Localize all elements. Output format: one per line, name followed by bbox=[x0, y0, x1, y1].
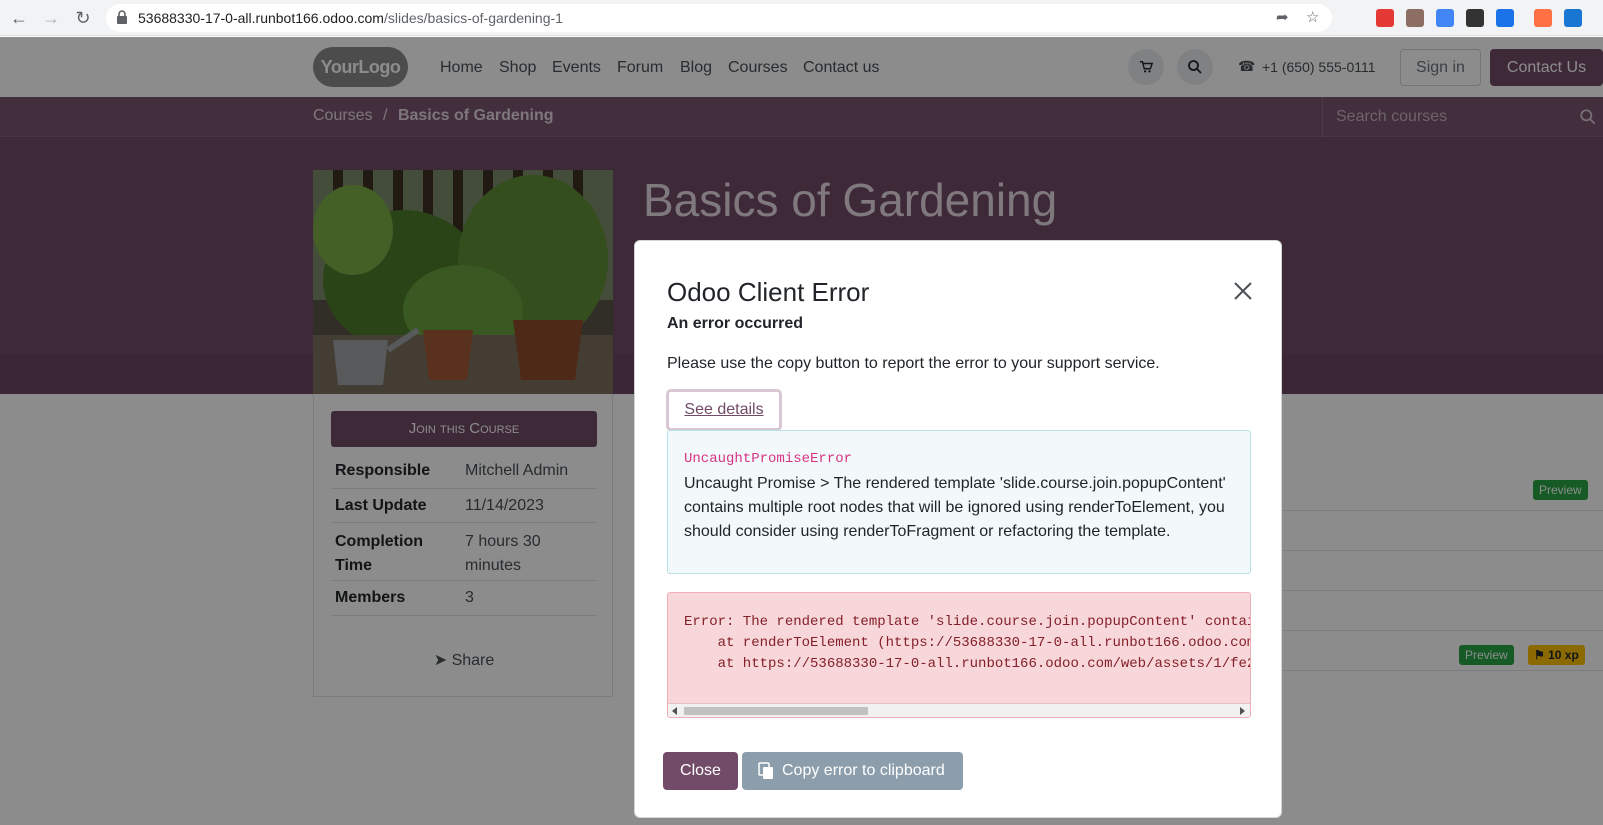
share-page-icon[interactable]: ➦ bbox=[1276, 10, 1292, 26]
bookmark-star-icon[interactable]: ☆ bbox=[1306, 10, 1322, 26]
close-icon[interactable] bbox=[1231, 279, 1255, 303]
dialog-title: Odoo Client Error bbox=[667, 277, 870, 307]
clipboard-icon bbox=[758, 762, 773, 779]
traceback-text: Error: The rendered template 'slide.cour… bbox=[684, 612, 1251, 675]
translate-extension-icon[interactable] bbox=[1436, 9, 1454, 27]
tasks-extension-icon[interactable] bbox=[1564, 9, 1582, 27]
adblock-extension-icon[interactable] bbox=[1376, 9, 1394, 27]
reload-icon[interactable]: ↻ bbox=[72, 7, 94, 29]
scroll-left-icon[interactable] bbox=[671, 707, 679, 715]
forward-icon[interactable]: → bbox=[40, 7, 62, 29]
error-summary-box: UncaughtPromiseError Uncaught Promise > … bbox=[667, 430, 1251, 574]
error-dialog: Odoo Client Error An error occurred Plea… bbox=[634, 240, 1282, 818]
traceback-line: at renderToElement (https://53688330-17-… bbox=[684, 635, 1251, 651]
dialog-subtitle: An error occurred bbox=[667, 315, 804, 332]
traceback-line: at https://53688330-17-0-all.runbot166.o… bbox=[684, 656, 1251, 672]
copy-error-button[interactable]: Copy error to clipboard bbox=[742, 752, 963, 790]
extension-icon[interactable] bbox=[1406, 9, 1424, 27]
scrollbar-thumb[interactable] bbox=[684, 707, 868, 715]
traceback-line: Error: The rendered template 'slide.cour… bbox=[684, 614, 1251, 630]
scroll-right-icon[interactable] bbox=[1238, 707, 1246, 715]
copy-error-label: Copy error to clipboard bbox=[782, 762, 945, 779]
url-text: 53688330-17-0-all.runbot166.odoo.com/sli… bbox=[138, 10, 563, 26]
error-type: UncaughtPromiseError bbox=[684, 451, 853, 467]
see-details-button[interactable]: See details bbox=[666, 389, 782, 431]
screen-extension-icon[interactable] bbox=[1496, 9, 1514, 27]
dialog-message: Please use the copy button to report the… bbox=[667, 355, 1160, 372]
back-icon[interactable]: ← bbox=[8, 7, 30, 29]
extension-badge-icon[interactable] bbox=[1534, 9, 1552, 27]
close-button[interactable]: Close bbox=[663, 752, 738, 790]
error-description: Uncaught Promise > The rendered template… bbox=[684, 475, 1226, 540]
news-extension-icon[interactable] bbox=[1466, 9, 1484, 27]
lock-icon bbox=[117, 10, 127, 24]
error-traceback[interactable]: Error: The rendered template 'slide.cour… bbox=[667, 592, 1251, 718]
browser-toolbar: ← → ↻ 53688330-17-0-all.runbot166.odoo.c… bbox=[0, 0, 1603, 36]
address-bar[interactable]: 53688330-17-0-all.runbot166.odoo.com/sli… bbox=[106, 4, 1332, 32]
horizontal-scrollbar[interactable] bbox=[668, 703, 1250, 717]
